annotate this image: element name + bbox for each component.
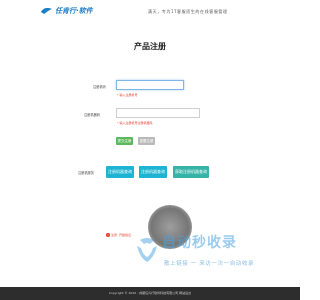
machine-code-hint: * 输入注册机号 (117, 93, 138, 97)
watermark-subtitle: 散上链接 一 来访一次一自动收录 (164, 261, 255, 267)
notice-label: 注意: 开始验证 (111, 233, 131, 237)
watermark-title: 自动秒收录 (162, 235, 237, 251)
site-footer: Copyright © 2020 - 成都任肯行软件科技有限公司·网站后台 (0, 287, 300, 300)
query-button-2[interactable]: 注册机器查询 (139, 166, 167, 178)
alert-icon: ! (106, 233, 110, 237)
notice-text: ! 注意: 开始验证 (106, 233, 131, 237)
reg-code-label: 注册机器码 (84, 113, 100, 117)
watermark: 自动秒收录 散上链接 一 来访一次一自动收录 (130, 232, 300, 278)
actions-label: 注册机服务 (78, 171, 94, 175)
submit-button[interactable]: 提交注册 (116, 137, 133, 145)
reg-code-input[interactable] (116, 108, 200, 118)
reset-button[interactable]: 重置注册 (138, 137, 155, 145)
footer-copyright: Copyright © 2020 - 成都任肯行软件科技有限公司·网站后台 (108, 291, 192, 295)
watermark-logo-icon (137, 238, 157, 262)
page-title: 产品注册 (134, 42, 166, 51)
site-logo[interactable]: 任肯行·软件 (40, 6, 93, 16)
bird-logo-icon (41, 8, 52, 14)
query-button-3[interactable]: 获取注册机器查询 (173, 166, 209, 178)
reg-code-hint: * 输入注册机号注册机器码 (117, 121, 153, 125)
logo-text: 任肯行·软件 (55, 7, 93, 15)
machine-code-input[interactable] (116, 80, 184, 90)
query-button-1[interactable]: 注册机器查询 (106, 166, 134, 178)
header-slogan: 满天，专为IT客服而生的在线客服管理 (148, 9, 228, 14)
site-header: 任肯行·软件 满天，专为IT客服而生的在线客服管理 (0, 0, 300, 22)
machine-code-label: 注册机码 (93, 85, 106, 89)
